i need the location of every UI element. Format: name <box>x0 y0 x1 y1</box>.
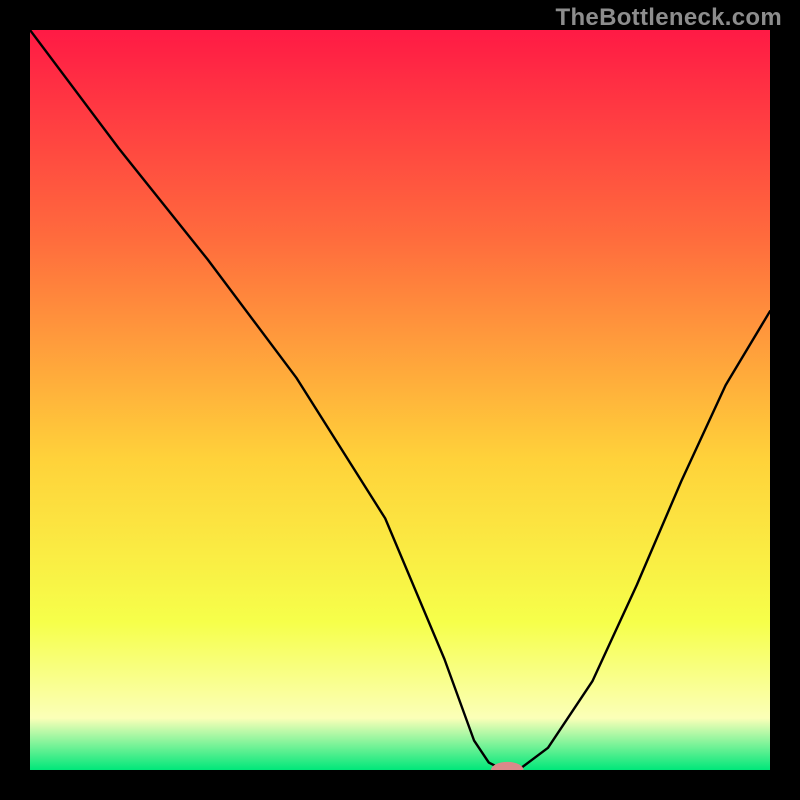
chart-frame: TheBottleneck.com <box>0 0 800 800</box>
heat-gradient-bg <box>30 30 770 770</box>
chart-svg <box>30 30 770 770</box>
plot-area <box>30 30 770 770</box>
watermark-text: TheBottleneck.com <box>556 4 782 32</box>
